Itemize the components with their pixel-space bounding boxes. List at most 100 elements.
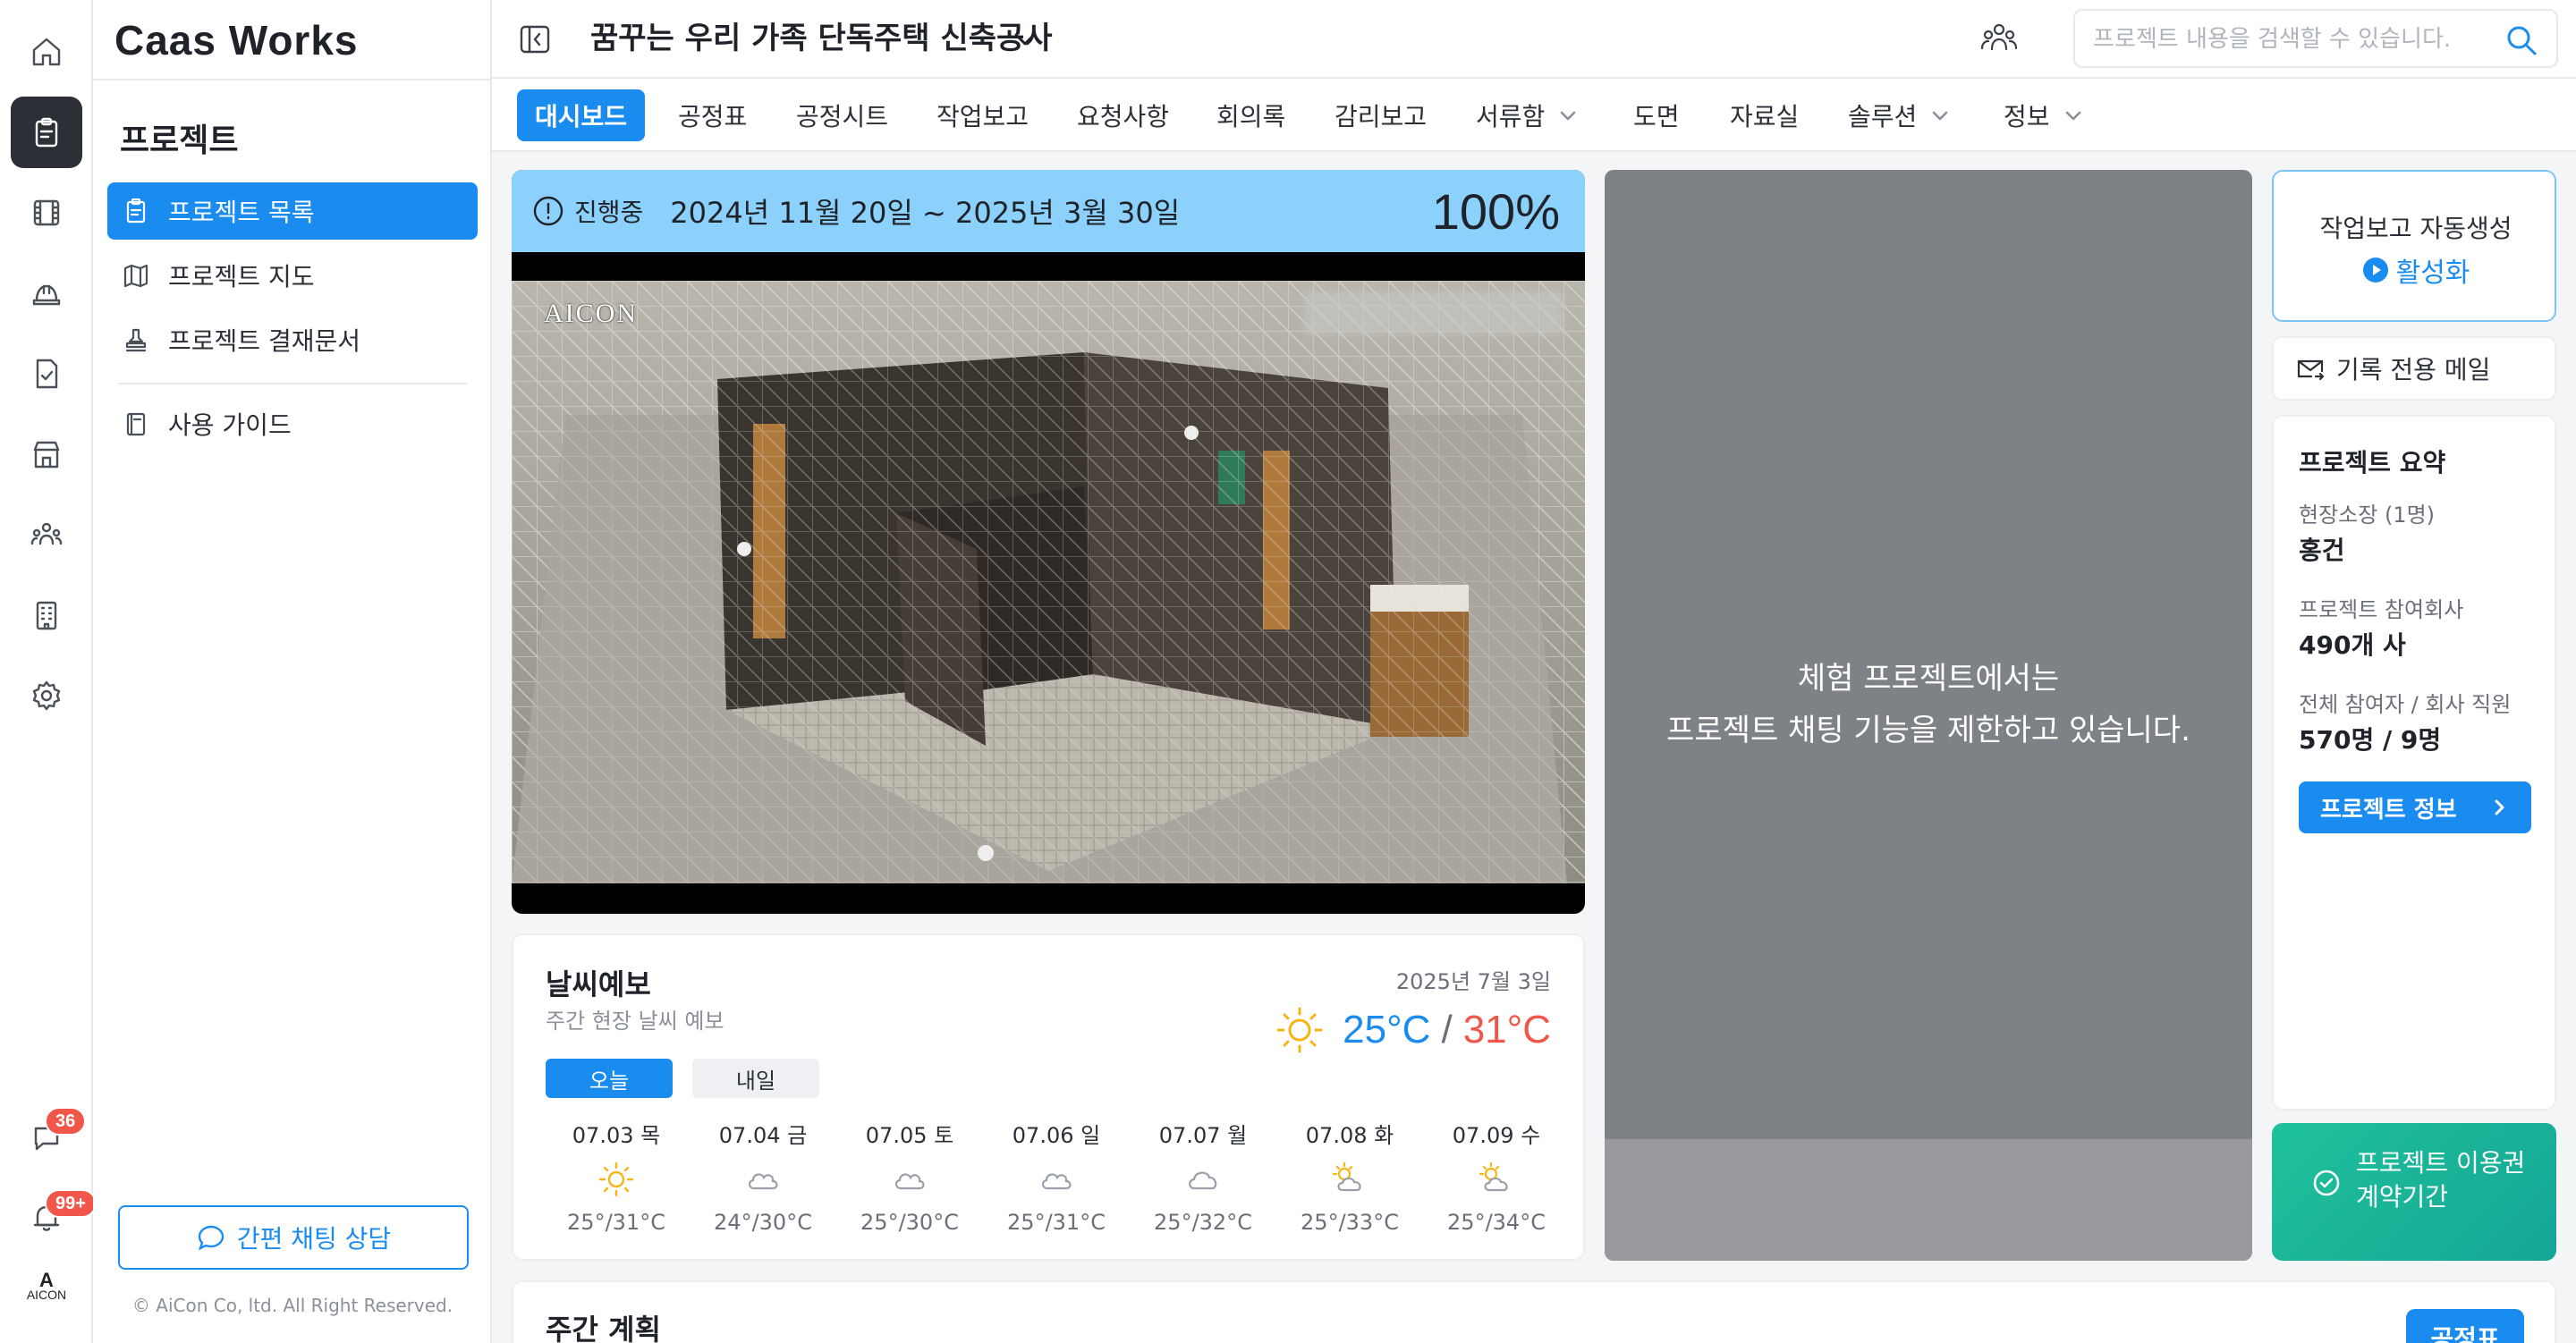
hardhat-icon[interactable] (11, 258, 82, 329)
sidebar-item-approval-docs[interactable]: 프로젝트 결재문서 (107, 311, 478, 368)
tab-schedule[interactable]: 공정표 (678, 89, 747, 141)
tab-minutes[interactable]: 회의록 (1216, 89, 1285, 141)
store-icon[interactable] (11, 418, 82, 490)
sidebar-item-project-map[interactable]: 프로젝트 지도 (107, 247, 478, 304)
weekly-plan-card: 주간 계획 공정표 (512, 1280, 2556, 1343)
project-summary-card: 프로젝트 요약 현장소장 (1명) 홍건 프로젝트 참여회사 490개 사 전체… (2272, 415, 2556, 1111)
tab-requests[interactable]: 요청사항 (1077, 89, 1169, 141)
camera-watermark: AICON (544, 299, 638, 328)
sidebar-item-label: 프로젝트 결재문서 (168, 326, 360, 356)
tab-label: 공정표 (678, 102, 748, 131)
tab-label: 회의록 (1216, 102, 1286, 131)
sidebar: Caas Works 프로젝트 프로젝트 목록 프로젝트 지도 프로젝트 결재문… (93, 0, 492, 1343)
home-icon[interactable] (11, 16, 82, 88)
divider (93, 79, 492, 80)
members-icon[interactable] (1979, 18, 2020, 59)
project-title[interactable]: 꿈꾸는 우리 가족 단독주택 신축공사 (590, 18, 1053, 59)
tab-label: 솔루션 (1848, 102, 1918, 131)
weather-subtitle: 주간 현장 날씨 예보 (546, 1009, 724, 1034)
chevron-down-icon (2065, 111, 2080, 121)
participants-label: 전체 참여자 / 회사 직원 (2299, 692, 2512, 717)
building-icon[interactable] (11, 579, 82, 651)
info-circle-icon (531, 194, 565, 228)
tab-label: 도면 (1633, 102, 1680, 131)
sidebar-item-project-list[interactable]: 프로젝트 목록 (107, 182, 478, 240)
license-period-card[interactable]: 프로젝트 이용권 계약기간 (2272, 1123, 2556, 1261)
record-mail-button[interactable]: 기록 전용 메일 (2272, 336, 2556, 401)
tab-label: 공정시트 (796, 102, 889, 131)
tab-label: 정보 (2004, 102, 2050, 131)
map-icon (123, 264, 148, 288)
tab-work-report[interactable]: 작업보고 (936, 89, 1029, 141)
tab-drawings[interactable]: 도면 (1633, 89, 1680, 141)
stamp-icon (125, 328, 147, 352)
tab-documents[interactable]: 서류함 (1476, 89, 1580, 141)
forecast-date: 07.06 일 (1012, 1123, 1101, 1148)
tab-bar: 대시보드 공정표 공정시트 작업보고 요청사항 회의록 감리보고 서류함 도면 … (492, 79, 2576, 152)
sidebar-item-user-guide[interactable]: 사용 가이드 (107, 395, 478, 452)
gear-icon[interactable] (11, 660, 82, 731)
auto-report-title: 작업보고 자동생성 (2319, 214, 2512, 243)
people-icon[interactable] (11, 499, 82, 570)
mail-icon (2297, 359, 2325, 381)
weather-title: 날씨예보 (546, 967, 651, 1001)
chevron-down-icon[interactable] (1009, 23, 1041, 55)
construction-site-image (512, 281, 1585, 883)
license-period-label: 프로젝트 이용권 계약기간 (2356, 1148, 2526, 1212)
tab-label: 요청사항 (1077, 102, 1170, 131)
project-info-label: 프로젝트 정보 (2320, 796, 2457, 824)
file-check-icon[interactable] (11, 338, 82, 410)
partly-cloudy-icon (1479, 1161, 1508, 1192)
forecast-day: 07.06 일 25°/31°C (989, 1118, 1123, 1235)
forecast-temp: 25°/31°C (567, 1210, 665, 1235)
schedule-button[interactable]: 공정표 (2406, 1309, 2524, 1343)
chat-consult-button[interactable]: 간편 채팅 상담 (118, 1205, 469, 1270)
tab-archive[interactable]: 자료실 (1730, 89, 1799, 141)
auto-report-card[interactable]: 작업보고 자동생성 활성화 (2272, 170, 2556, 322)
search-icon[interactable] (2504, 23, 2538, 57)
forecast-date: 07.05 토 (865, 1123, 954, 1148)
chat-count-badge: 36 (45, 1107, 87, 1136)
forecast-day: 07.03 목 25°/31°C (549, 1118, 683, 1235)
weather-tab-tomorrow[interactable]: 내일 (692, 1059, 819, 1098)
forecast-temp: 25°/33°C (1301, 1210, 1399, 1235)
top-bar: 꿈꾸는 우리 가족 단독주택 신축공사 (492, 0, 2576, 79)
status-header: 진행중 2024년 11월 20일 ~ 2025년 3월 30일 100% (512, 170, 1585, 252)
chevron-right-icon (2495, 799, 2504, 815)
project-chat-panel: 체험 프로젝트에서는 프로젝트 채팅 기능을 제한하고 있습니다. (1605, 170, 2252, 1261)
forecast-temp: 25°/32°C (1154, 1210, 1252, 1235)
weather-tab-today[interactable]: 오늘 (546, 1059, 673, 1098)
tab-solutions[interactable]: 솔루션 (1848, 89, 1953, 141)
chat-notice-line: 체험 프로젝트에서는 (1797, 661, 2060, 697)
activate-button[interactable]: 활성화 (2274, 250, 2558, 290)
sun-icon (1276, 1007, 1323, 1053)
temp-low: 25°C (1343, 1008, 1431, 1052)
chat-restricted-notice: 체험 프로젝트에서는 프로젝트 채팅 기능을 제한하고 있습니다. (1605, 653, 2252, 756)
search-input[interactable] (2093, 21, 2487, 57)
tab-dashboard[interactable]: 대시보드 (517, 89, 646, 141)
project-info-button[interactable]: 프로젝트 정보 (2299, 781, 2531, 833)
cloudy-icon (1041, 1173, 1072, 1190)
sun-icon (598, 1161, 634, 1197)
tab-label: 자료실 (1730, 102, 1800, 131)
forecast-day: 07.08 화 25°/33°C (1283, 1118, 1417, 1235)
current-temperature: 25°C / 31°C (1273, 1003, 1551, 1057)
brand-logo[interactable]: Caas Works (114, 16, 359, 64)
sidebar-collapse-icon[interactable] (517, 21, 553, 57)
partly-cloudy-icon (1332, 1161, 1361, 1192)
companies-value: 490개 사 (2299, 630, 2406, 660)
site-camera-feed[interactable]: AICON (512, 281, 1585, 883)
clipboard-icon (126, 198, 146, 224)
camera-timestamp-blurred (1304, 291, 1563, 334)
tab-info[interactable]: 정보 (2004, 89, 2086, 141)
clipboard-icon[interactable] (11, 97, 82, 168)
tab-process-sheet[interactable]: 공정시트 (796, 89, 888, 141)
chevron-down-icon (1932, 111, 1948, 121)
tab-supervision-report[interactable]: 감리보고 (1335, 89, 1427, 141)
chat-input-area (1605, 1139, 2252, 1261)
weather-date: 2025년 7월 3일 (1395, 969, 1551, 994)
progress-percent: 100% (1431, 183, 1560, 240)
divider (118, 383, 467, 384)
film-icon[interactable] (11, 177, 82, 249)
forecast-temp: 25°/30°C (860, 1210, 959, 1235)
